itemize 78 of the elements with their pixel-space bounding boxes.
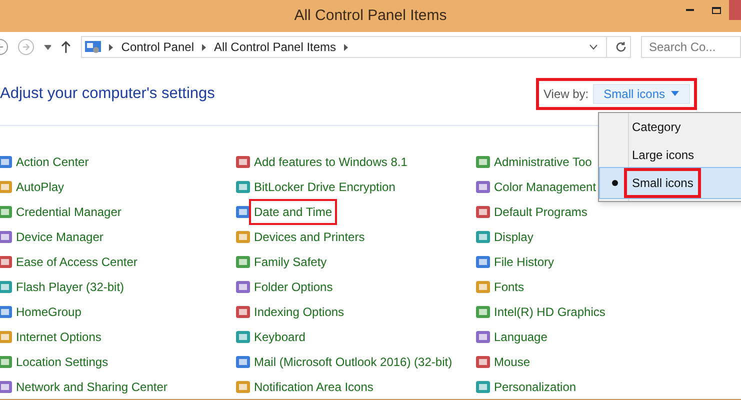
control-panel-icon (235, 154, 251, 170)
control-panel-icon (475, 154, 491, 170)
control-panel-icon (475, 354, 491, 370)
control-panel-icon (475, 254, 491, 270)
refresh-icon[interactable] (614, 41, 627, 53)
control-panel-icon (235, 378, 251, 394)
settings-link[interactable]: Fonts (494, 278, 524, 296)
settings-link[interactable]: Display (494, 228, 534, 246)
settings-link[interactable]: Personalization (494, 378, 576, 396)
settings-link[interactable]: Devices and Printers (254, 228, 365, 246)
settings-link[interactable]: Intel(R) HD Graphics (494, 302, 606, 320)
control-panel-icon (475, 378, 491, 394)
settings-link[interactable]: Keyboard (254, 328, 306, 346)
caret-icon (671, 91, 679, 96)
settings-link[interactable]: Language (494, 328, 548, 346)
dropdown-caret-icon[interactable] (588, 44, 598, 50)
settings-link[interactable]: AutoPlay (16, 178, 64, 196)
control-panel-icon (235, 204, 251, 220)
control-panel-icon (235, 328, 251, 344)
menu-item-label: Large icons (632, 147, 694, 164)
control-panel-icon (475, 178, 491, 194)
settings-link[interactable]: Flash Player (32-bit) (16, 278, 124, 296)
settings-link[interactable]: Action Center (16, 152, 89, 170)
breadcrumb-item[interactable]: Control Panel (121, 38, 194, 56)
settings-link[interactable]: Location Settings (16, 352, 108, 370)
settings-link[interactable]: Ease of Access Center (16, 252, 138, 270)
control-panel-icon (475, 304, 491, 320)
settings-link[interactable]: Date and Time (249, 198, 338, 224)
control-panel-icon (235, 228, 251, 244)
settings-link[interactable]: Internet Options (16, 328, 102, 346)
control-panel-icon (235, 354, 251, 370)
chevron-icon (344, 44, 348, 50)
settings-link[interactable]: Administrative Too (494, 152, 592, 170)
window-title: All Control Panel Items (294, 6, 447, 26)
search-field[interactable]: Search Co... (640, 36, 741, 58)
menu-item-label: Category (632, 119, 681, 136)
control-panel-icon (475, 328, 491, 344)
settings-link[interactable]: BitLocker Drive Encryption (254, 178, 396, 196)
chevron-icon (109, 44, 114, 50)
settings-link[interactable]: Device Manager (16, 228, 104, 246)
menu-item[interactable]: Small icons (599, 167, 741, 199)
view-by-dropdown[interactable]: Small icons (592, 84, 690, 104)
settings-link[interactable]: Color Management (494, 178, 596, 196)
settings-link[interactable]: HomeGroup (16, 302, 82, 320)
settings-link[interactable]: Indexing Options (254, 302, 344, 320)
breadcrumb-item[interactable]: All Control Panel Items (214, 38, 336, 56)
settings-link[interactable]: Mail (Microsoft Outlook 2016) (32-bit) (254, 352, 452, 370)
address-bar[interactable]: Control Panel All Control Panel Items (81, 36, 631, 58)
settings-link[interactable]: Credential Manager (16, 202, 122, 220)
settings-link[interactable]: Folder Options (254, 278, 333, 296)
control-panel-icon (235, 178, 251, 194)
menu-item[interactable]: Large icons (599, 143, 741, 167)
settings-link[interactable]: Mouse (494, 352, 530, 370)
settings-link[interactable]: Notification Area Icons (254, 378, 374, 396)
view-by-label: View by: (544, 86, 589, 102)
control-panel-icon (475, 278, 491, 294)
search-input[interactable]: Search Co... (648, 38, 729, 56)
settings-link[interactable]: File History (494, 252, 554, 270)
up-arrow-icon[interactable] (61, 41, 72, 53)
control-panel-icon (235, 278, 251, 294)
menu-item-label: Small icons (624, 168, 702, 198)
settings-link[interactable]: Add features to Windows 8.1 (254, 152, 408, 170)
page-heading: Adjust your computer's settings (0, 84, 215, 104)
control-panel-icon (475, 204, 491, 220)
settings-link[interactable]: Network and Sharing Center (16, 378, 168, 396)
control-panel-icon (85, 40, 102, 54)
maximize-icon (712, 6, 720, 14)
forward-arrow-icon (22, 43, 30, 51)
menu-item[interactable]: Category (599, 115, 741, 139)
bullet-icon (612, 180, 618, 186)
settings-link[interactable]: Default Programs (494, 202, 588, 220)
caret-icon[interactable] (44, 44, 52, 50)
control-panel-icon (235, 304, 251, 320)
control-panel-icon (235, 254, 251, 270)
settings-link[interactable]: Family Safety (254, 252, 327, 270)
control-panel-icon (475, 228, 491, 244)
minimize-icon (686, 9, 694, 11)
chevron-icon (202, 44, 206, 50)
